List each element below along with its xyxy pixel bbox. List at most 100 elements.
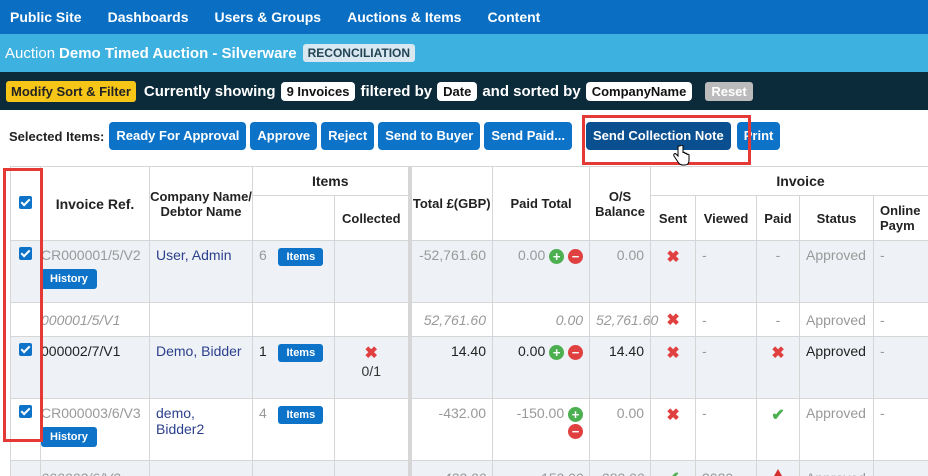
header-os-balance[interactable]: O/S Balance bbox=[589, 166, 652, 241]
header-viewed[interactable]: Viewed bbox=[695, 195, 758, 241]
collected-cell bbox=[333, 398, 411, 461]
paid-value: - bbox=[756, 240, 801, 303]
invoices-table: Invoice Ref. Company Name/ Debtor Name I… bbox=[10, 166, 928, 476]
invoice-count-pill: 9 Invoices bbox=[280, 81, 356, 101]
nav-content[interactable]: Content bbox=[474, 0, 553, 34]
nav-public-site[interactable]: Public Site bbox=[0, 0, 95, 34]
company-name[interactable]: User, Admin bbox=[149, 240, 253, 303]
header-invoice: Invoice bbox=[650, 166, 928, 196]
table-row[interactable]: 000002/7/V1 Demo, Bidder 1 Items ✖ 0/1 14… bbox=[10, 336, 928, 399]
status-value: Approved bbox=[799, 240, 875, 303]
items-count: 6 bbox=[259, 247, 267, 263]
nav-auctions-items[interactable]: Auctions & Items bbox=[334, 0, 474, 34]
table-row[interactable]: 000001/5/V1 52,761.60 0.00 52,761.60 ✖ -… bbox=[10, 302, 928, 337]
total-value: 14.40 bbox=[407, 336, 494, 399]
add-payment-icon[interactable]: + bbox=[549, 344, 565, 360]
not-sent-icon: ✖ bbox=[666, 249, 680, 266]
not-sent-icon: ✖ bbox=[666, 345, 680, 362]
not-sent-icon: ✖ bbox=[666, 407, 680, 424]
os-balance-value: 282.00 bbox=[589, 460, 652, 476]
table-row[interactable]: CR000001/5/V2 History User, Admin 6 Item… bbox=[10, 240, 928, 303]
os-balance-value: 52,761.60 bbox=[589, 302, 658, 337]
reset-button[interactable]: Reset bbox=[705, 81, 753, 101]
invoice-ref[interactable]: CR000001/5/V2 bbox=[41, 247, 143, 263]
online-payment-value: - bbox=[873, 398, 928, 461]
history-button[interactable]: History bbox=[41, 427, 97, 447]
not-sent-icon: ✖ bbox=[666, 311, 680, 329]
invoice-ref[interactable]: 000002/7/V1 bbox=[40, 336, 150, 399]
header-total[interactable]: Total £(GBP) bbox=[407, 166, 494, 241]
paid-total-value: -150.00 bbox=[516, 405, 565, 421]
send-collection-note-highlight bbox=[582, 115, 751, 165]
items-button[interactable]: Items bbox=[278, 344, 324, 362]
nav-users-groups[interactable]: Users & Groups bbox=[202, 0, 335, 34]
items-button[interactable]: Items bbox=[278, 248, 324, 266]
header-paid[interactable]: Paid bbox=[756, 195, 801, 241]
header-paid-total[interactable]: Paid Total bbox=[492, 166, 591, 241]
total-value: -432.00 bbox=[407, 398, 494, 461]
warning-icon bbox=[770, 469, 787, 476]
modify-sort-filter-button[interactable]: Modify Sort & Filter bbox=[6, 80, 136, 102]
paid-total-value: 150.00 bbox=[492, 460, 591, 476]
hand-cursor-icon bbox=[673, 145, 690, 166]
collected-value: 0/1 bbox=[361, 363, 381, 379]
items-count: 1 bbox=[259, 343, 267, 359]
items-button[interactable]: Items bbox=[278, 406, 324, 424]
approve-button[interactable]: Approve bbox=[250, 122, 318, 150]
top-nav: Public Site Dashboards Users & Groups Au… bbox=[0, 0, 928, 34]
remove-payment-icon[interactable]: − bbox=[568, 248, 584, 264]
header-online-payment[interactable]: Online Paym bbox=[873, 195, 928, 241]
status-value: Approved bbox=[799, 460, 875, 476]
add-payment-icon[interactable]: + bbox=[568, 406, 584, 422]
invoice-ref[interactable]: 000003/6/V2 bbox=[40, 460, 150, 476]
total-value: -52,761.60 bbox=[407, 240, 494, 303]
filtered-by-text: filtered by bbox=[360, 82, 433, 100]
paid-total-value: 0.00 bbox=[492, 302, 591, 337]
add-payment-icon[interactable]: + bbox=[549, 248, 565, 264]
invoice-ref[interactable]: 000001/5/V1 bbox=[40, 302, 150, 337]
paid-check-icon: ✔ bbox=[771, 407, 785, 424]
online-payment-value: - bbox=[873, 240, 928, 303]
paid-value: - bbox=[756, 302, 801, 337]
auction-header: Auction Demo Timed Auction - Silverware … bbox=[0, 34, 928, 72]
online-payment-value: - bbox=[873, 302, 928, 337]
sent-check-icon: ✔ bbox=[666, 470, 679, 476]
header-sent[interactable]: Sent bbox=[650, 195, 697, 241]
status-badge: RECONCILIATION bbox=[302, 44, 416, 62]
sort-value-pill: CompanyName bbox=[585, 81, 693, 101]
header-invoice-ref[interactable]: Invoice Ref. bbox=[40, 166, 150, 241]
table-row[interactable]: 000003/6/V2 432.00 150.00 282.00 ✔ 2020-… bbox=[10, 460, 928, 476]
send-paid-button[interactable]: Send Paid... bbox=[484, 122, 572, 150]
header-collected[interactable]: Collected bbox=[333, 195, 411, 241]
status-value: Approved bbox=[799, 302, 875, 337]
company-name bbox=[149, 302, 253, 337]
table-row[interactable]: CR000003/6/V3 History demo, Bidder2 4 It… bbox=[10, 398, 928, 461]
company-name[interactable]: demo, Bidder2 bbox=[149, 398, 253, 461]
status-value: Approved bbox=[799, 398, 875, 461]
auction-label: Auction bbox=[5, 44, 56, 62]
history-button[interactable]: History bbox=[41, 269, 97, 289]
nav-dashboards[interactable]: Dashboards bbox=[95, 0, 202, 34]
header-company[interactable]: Company Name/ Debtor Name bbox=[149, 166, 253, 241]
auction-name: Demo Timed Auction - Silverware bbox=[59, 44, 297, 62]
company-name[interactable]: Demo, Bidder bbox=[149, 336, 253, 399]
total-value: 52,761.60 bbox=[407, 302, 494, 337]
remove-payment-icon[interactable]: − bbox=[568, 423, 584, 439]
not-paid-icon: ✖ bbox=[771, 345, 785, 362]
header-status[interactable]: Status bbox=[799, 195, 875, 241]
header-items-count bbox=[252, 195, 335, 241]
os-balance-value: 0.00 bbox=[589, 240, 652, 303]
company-name bbox=[149, 460, 253, 476]
collected-cell bbox=[333, 240, 411, 303]
invoice-ref[interactable]: CR000003/6/V3 bbox=[41, 405, 143, 421]
reject-button[interactable]: Reject bbox=[321, 122, 375, 150]
ready-for-approval-button[interactable]: Ready For Approval bbox=[109, 122, 247, 150]
not-collected-icon: ✖ bbox=[364, 345, 378, 362]
filter-value-pill: Date bbox=[437, 81, 478, 101]
viewed-value: - bbox=[695, 398, 758, 461]
remove-payment-icon[interactable]: − bbox=[568, 344, 584, 360]
viewed-value: - bbox=[695, 240, 758, 303]
paid-total-value: 0.00 bbox=[517, 247, 546, 263]
send-to-buyer-button[interactable]: Send to Buyer bbox=[378, 122, 481, 150]
status-value: Approved bbox=[799, 336, 875, 399]
